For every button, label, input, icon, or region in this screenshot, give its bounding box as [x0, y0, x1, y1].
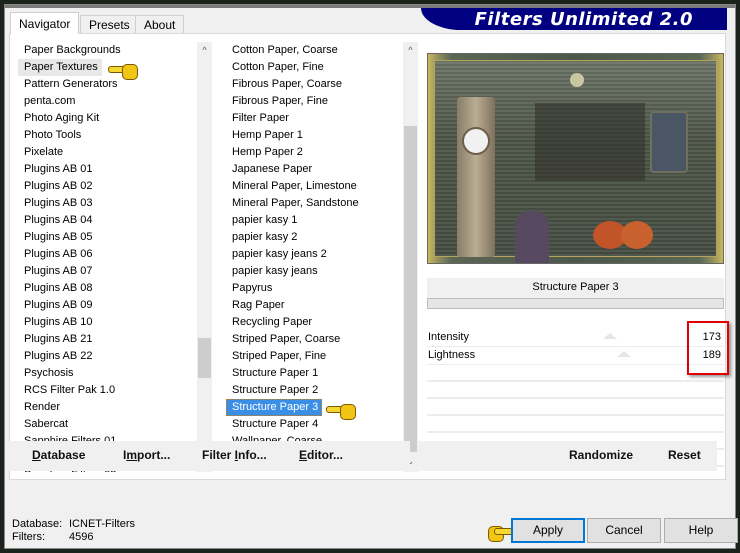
title-banner: Filters Unlimited 2.0 — [421, 8, 727, 30]
filter-scrollbar[interactable]: ^ ⌄ — [403, 42, 418, 472]
filter-preview-image — [427, 53, 724, 264]
category-scrollbar[interactable]: ^ ⌄ — [197, 42, 212, 472]
navigator-button-bar: Database Import... Filter Info... Editor… — [7, 441, 410, 471]
category-item[interactable]: Paper Textures — [18, 59, 102, 76]
category-item[interactable]: Photo Aging Kit — [18, 110, 196, 127]
category-item[interactable]: Plugins AB 21 — [18, 331, 196, 348]
tab-navigator[interactable]: Navigator — [10, 12, 80, 34]
category-item[interactable]: Plugins AB 05 — [18, 229, 196, 246]
empty-param-row — [427, 382, 724, 399]
scroll-up-icon[interactable]: ^ — [403, 42, 418, 59]
database-status: Database: ICNET-Filters Filters: 4596 — [12, 518, 135, 544]
filter-item[interactable]: papier kasy 1 — [226, 212, 402, 229]
preview-lantern — [650, 111, 688, 173]
value-highlight-box — [687, 321, 729, 375]
filter-item[interactable]: Structure Paper 1 — [226, 365, 402, 382]
category-item[interactable]: Photo Tools — [18, 127, 196, 144]
filter-item[interactable]: Structure Paper 3 — [226, 399, 323, 416]
filters-count-label: Filters: — [12, 531, 45, 543]
filter-button-bar: Randomize Reset — [417, 441, 717, 471]
category-item[interactable]: Plugins AB 01 — [18, 161, 196, 178]
category-item[interactable]: Plugins AB 06 — [18, 246, 196, 263]
category-item[interactable]: Paper Backgrounds — [18, 42, 196, 59]
filter-item[interactable]: papier kasy jeans — [226, 263, 402, 280]
filter-item[interactable]: Rag Paper — [226, 297, 402, 314]
empty-param-row — [427, 416, 724, 433]
preview-pumpkin — [621, 221, 653, 249]
preview-cat — [515, 211, 549, 263]
empty-param-row — [427, 399, 724, 416]
filter-item[interactable]: Cotton Paper, Coarse — [226, 42, 402, 59]
category-item[interactable]: penta.com — [18, 93, 196, 110]
apply-button[interactable]: Apply — [511, 518, 585, 543]
preview-house — [535, 103, 645, 181]
preview-moon — [570, 73, 584, 87]
category-item[interactable]: Sabercat — [18, 416, 196, 433]
filter-item[interactable]: Papyrus — [226, 280, 402, 297]
category-item[interactable]: Plugins AB 03 — [18, 195, 196, 212]
param-label: Lightness — [428, 349, 476, 361]
help-button[interactable]: Help — [664, 518, 738, 543]
category-list[interactable]: Paper Backgrounds Paper Textures Pattern G… — [18, 42, 196, 472]
database-label: Database: — [12, 518, 63, 530]
category-item[interactable]: Plugins AB 07 — [18, 263, 196, 280]
tab-presets[interactable]: Presets — [80, 15, 139, 33]
database-value: ICNET-Filters — [69, 518, 135, 530]
category-item[interactable]: Plugins AB 02 — [18, 178, 196, 195]
tab-about[interactable]: About — [135, 15, 185, 33]
category-item[interactable]: Plugins AB 22 — [18, 348, 196, 365]
filter-item[interactable]: Hemp Paper 1 — [226, 127, 402, 144]
param-intensity[interactable]: Intensity 173 — [427, 329, 724, 347]
param-label: Intensity — [428, 331, 469, 343]
filter-list[interactable]: Cotton Paper, Coarse Cotton Paper, Fine Fi… — [226, 42, 402, 472]
filter-item[interactable]: Cotton Paper, Fine — [226, 59, 402, 76]
slider-thumb-icon[interactable] — [617, 351, 632, 357]
import-button[interactable]: Import... — [123, 448, 170, 462]
filter-item[interactable]: Filter Paper — [226, 110, 402, 127]
pointing-hand-icon — [326, 402, 356, 420]
app-title: Filters Unlimited 2.0 — [474, 9, 693, 30]
filter-info-button[interactable]: Filter Info... — [202, 448, 267, 462]
category-item[interactable]: Psychosis — [18, 365, 196, 382]
filter-item[interactable]: Mineral Paper, Limestone — [226, 178, 402, 195]
filter-item[interactable]: papier kasy 2 — [226, 229, 402, 246]
filter-item[interactable]: Recycling Paper — [226, 314, 402, 331]
category-item[interactable]: Render — [18, 399, 196, 416]
filter-item[interactable]: Mineral Paper, Sandstone — [226, 195, 402, 212]
category-scroll-thumb[interactable] — [198, 338, 211, 378]
category-item[interactable]: Pixelate — [18, 144, 196, 161]
filter-item[interactable]: papier kasy jeans 2 — [226, 246, 402, 263]
category-item[interactable]: Plugins AB 08 — [18, 280, 196, 297]
filter-scroll-thumb[interactable] — [404, 126, 417, 452]
empty-param-row — [427, 365, 724, 382]
category-item[interactable]: Plugins AB 04 — [18, 212, 196, 229]
filter-item[interactable]: Japanese Paper — [226, 161, 402, 178]
progress-bar — [427, 298, 724, 309]
preview-clock — [457, 97, 495, 257]
filter-item[interactable]: Fibrous Paper, Fine — [226, 93, 402, 110]
param-lightness[interactable]: Lightness 189 — [427, 347, 724, 365]
editor-button[interactable]: Editor... — [299, 448, 343, 462]
cancel-button[interactable]: Cancel — [587, 518, 661, 543]
randomize-button[interactable]: Randomize — [569, 448, 633, 462]
category-item[interactable]: Plugins AB 10 — [18, 314, 196, 331]
category-item[interactable]: RCS Filter Pak 1.0 — [18, 382, 196, 399]
reset-button[interactable]: Reset — [668, 448, 701, 462]
filter-item[interactable]: Hemp Paper 2 — [226, 144, 402, 161]
pointing-hand-icon — [108, 62, 138, 80]
category-item[interactable]: Plugins AB 09 — [18, 297, 196, 314]
filters-count-value: 4596 — [69, 531, 94, 543]
database-button[interactable]: Database — [32, 448, 85, 462]
filter-name-label: Structure Paper 3 — [427, 278, 724, 298]
filter-item[interactable]: Structure Paper 2 — [226, 382, 402, 399]
filter-item[interactable]: Striped Paper, Coarse — [226, 331, 402, 348]
category-item[interactable]: Pattern Generators — [18, 76, 196, 93]
filter-item[interactable]: Structure Paper 4 — [226, 416, 402, 433]
slider-thumb-icon[interactable] — [602, 333, 617, 339]
filter-item[interactable]: Striped Paper, Fine — [226, 348, 402, 365]
filter-item[interactable]: Fibrous Paper, Coarse — [226, 76, 402, 93]
scroll-up-icon[interactable]: ^ — [197, 42, 212, 59]
